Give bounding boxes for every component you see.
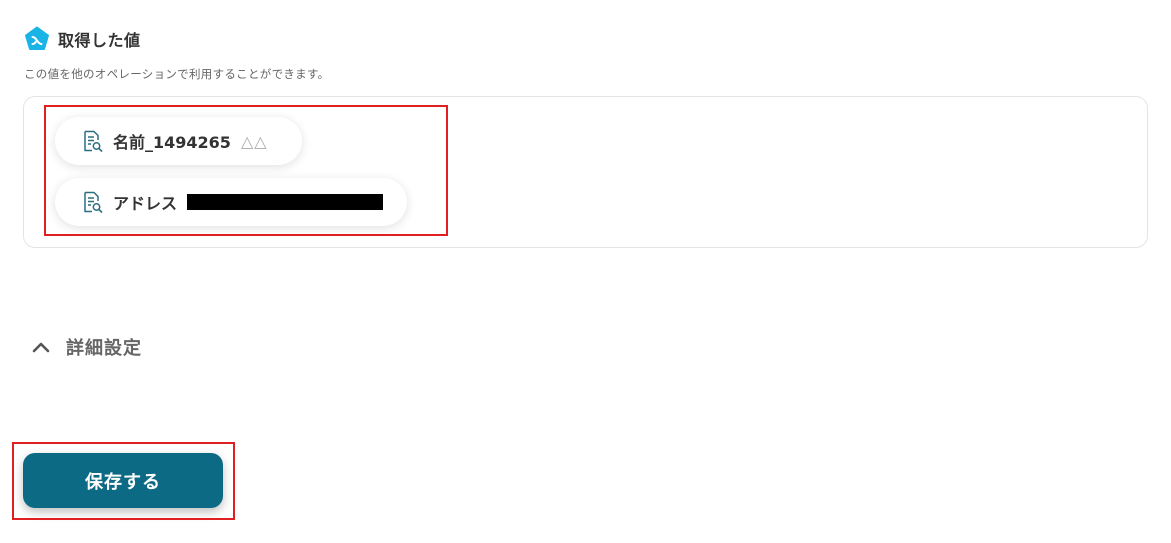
document-search-icon	[84, 130, 103, 152]
value-text: △△	[240, 131, 268, 151]
advanced-settings-label: 詳細設定	[66, 338, 142, 359]
redacted-value	[187, 194, 384, 210]
section-header: 取得した値	[24, 26, 141, 52]
value-label: アドレス	[113, 194, 178, 213]
section-description: この値を他のオペレーションで利用することができます。	[24, 67, 330, 81]
value-label: 名前_1494265	[113, 133, 231, 152]
section-title: 取得した値	[58, 31, 141, 50]
yoom-brand-icon	[25, 26, 49, 50]
value-pill-address[interactable]: アドレス	[55, 178, 407, 226]
document-search-icon	[84, 191, 103, 213]
chevron-up-icon	[32, 342, 50, 353]
advanced-settings-toggle[interactable]: 詳細設定	[30, 334, 142, 360]
value-pill-name[interactable]: 名前_1494265 △△	[55, 117, 302, 165]
save-button[interactable]: 保存する	[23, 453, 223, 508]
